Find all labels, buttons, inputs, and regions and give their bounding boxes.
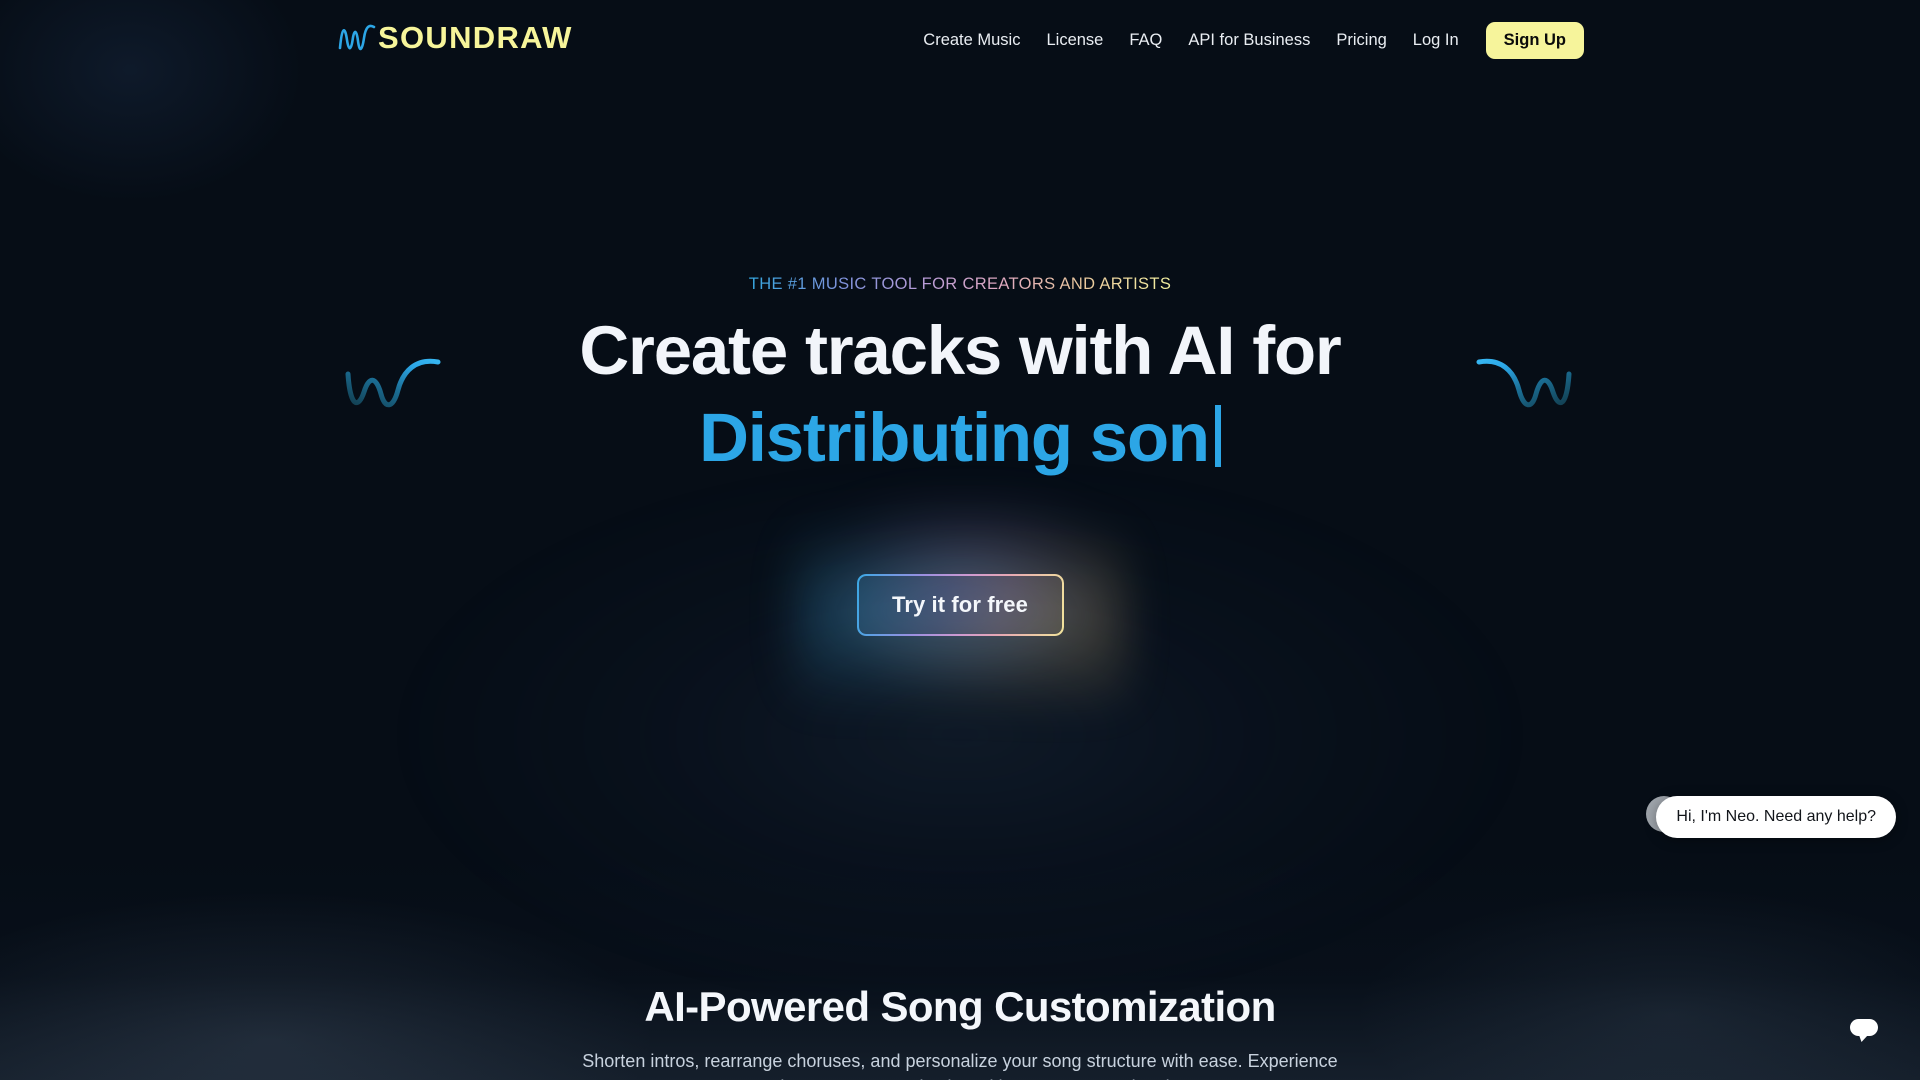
nav-item-license[interactable]: License <box>1033 23 1116 58</box>
hero-cta-wrapper: Try it for free <box>795 504 1125 705</box>
try-it-for-free-button[interactable]: Try it for free <box>856 573 1064 636</box>
nav-item-log-in[interactable]: Log In <box>1400 23 1472 58</box>
nav-item-faq[interactable]: FAQ <box>1116 23 1175 58</box>
nav-item-api-for-business[interactable]: API for Business <box>1175 23 1323 58</box>
hero-typed-text: Distributing son <box>699 398 1210 476</box>
hero-headline: Create tracks with AI for <box>579 312 1341 389</box>
logo[interactable]: SOUNDRAW <box>336 18 573 56</box>
typing-caret <box>1214 404 1221 467</box>
background-layer <box>0 0 1920 1080</box>
cta-label: Try it for free <box>892 591 1028 617</box>
nav-item-create-music[interactable]: Create Music <box>910 23 1033 58</box>
sound-wave-decoration-icon <box>1476 358 1572 408</box>
hero-typed-line: Distributing son <box>699 399 1221 477</box>
chat-launcher-button[interactable] <box>1835 1003 1895 1063</box>
background-glow-hero <box>385 455 1535 1015</box>
main-navigation: Create Music License FAQ API for Busines… <box>910 22 1584 59</box>
chat-greeting-bubble[interactable]: Hi, I'm Neo. Need any help? <box>1656 796 1896 838</box>
hero-eyebrow: THE #1 MUSIC TOOL FOR CREATORS AND ARTIS… <box>748 275 1172 293</box>
hero-section: THE #1 MUSIC TOOL FOR CREATORS AND ARTIS… <box>0 0 1920 920</box>
song-customization-section: EDIT AND PERSONALIZE YOUR TRACKS AI-Powe… <box>0 955 1920 1080</box>
section2-eyebrow: EDIT AND PERSONALIZE YOUR TRACKS <box>800 955 1120 972</box>
sign-up-button[interactable]: Sign Up <box>1485 22 1584 59</box>
hero-decoration-left <box>340 340 452 417</box>
section2-body: Shorten intros, rearrange choruses, and … <box>582 1051 1338 1080</box>
site-header: SOUNDRAW Create Music License FAQ API fo… <box>0 0 1920 82</box>
logo-wordmark: SOUNDRAW <box>378 19 573 55</box>
chat-bubble-icon <box>1850 1019 1878 1042</box>
section2-title: AI-Powered Song Customization <box>644 983 1276 1030</box>
soundraw-wave-logo-icon <box>338 24 376 51</box>
nav-item-pricing[interactable]: Pricing <box>1323 23 1399 58</box>
hero-decoration-right <box>1465 340 1577 417</box>
sound-wave-decoration-icon <box>345 358 441 408</box>
